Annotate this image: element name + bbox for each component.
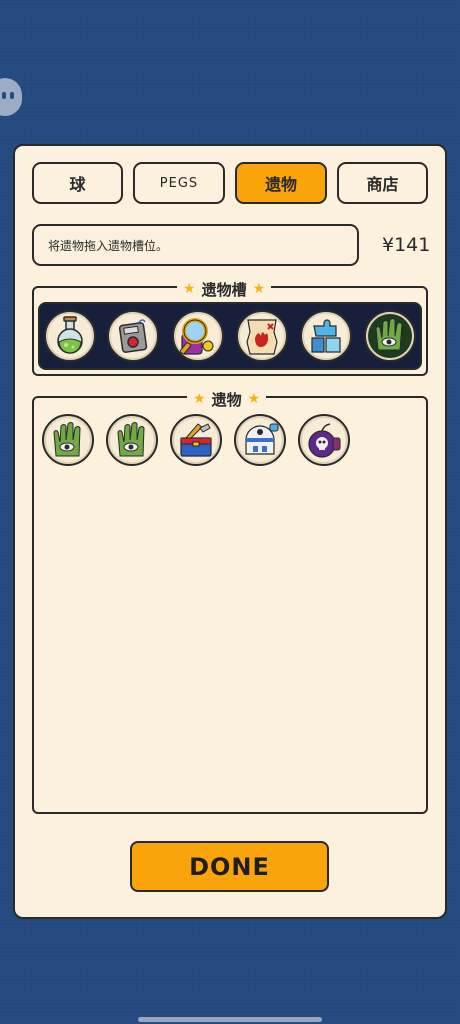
toolbox-relic-icon[interactable] — [170, 414, 222, 466]
potion-relic-icon[interactable] — [44, 310, 96, 362]
magnifier-relic-icon[interactable] — [172, 310, 224, 362]
relic-slots-heading: ★ 遗物槽 ★ — [177, 279, 272, 299]
side-menu-handle[interactable] — [0, 78, 22, 116]
relic-inventory-heading: ★ 遗物 ★ — [187, 389, 267, 409]
relic-slots-title: 遗物槽 — [201, 280, 247, 299]
home-indicator[interactable] — [138, 1017, 322, 1022]
tab-shop[interactable]: 商店 — [337, 162, 428, 204]
done-button[interactable]: DONE — [130, 841, 329, 892]
eye-hand-relic-icon[interactable] — [106, 414, 158, 466]
handle-eye-left — [2, 92, 6, 99]
eye-hand-relic-icon[interactable] — [364, 310, 416, 362]
star-icon: ★ — [252, 281, 266, 297]
puzzle-pieces-relic-icon[interactable] — [300, 310, 352, 362]
star-icon: ★ — [193, 391, 206, 407]
tab-balls[interactable]: 球 — [32, 162, 123, 204]
star-icon: ★ — [183, 281, 196, 297]
eye-hand-relic-icon[interactable] — [42, 414, 94, 466]
robot-relic-icon[interactable] — [234, 414, 286, 466]
handle-eye-right — [10, 92, 14, 99]
tab-relics[interactable]: 遗物 — [235, 162, 327, 204]
detonator-relic-icon[interactable] — [107, 310, 159, 362]
instruction-text: 将遗物拖入遗物槽位。 — [32, 224, 359, 266]
skull-bomb-relic-icon[interactable] — [298, 414, 350, 466]
treasure-map-relic-icon[interactable] — [236, 310, 288, 362]
star-icon: ★ — [247, 391, 261, 407]
tab-pegs[interactable]: PEGS — [133, 162, 225, 204]
money-counter: ¥141 — [382, 234, 431, 256]
relic-inventory-title: 遗物 — [211, 390, 242, 409]
